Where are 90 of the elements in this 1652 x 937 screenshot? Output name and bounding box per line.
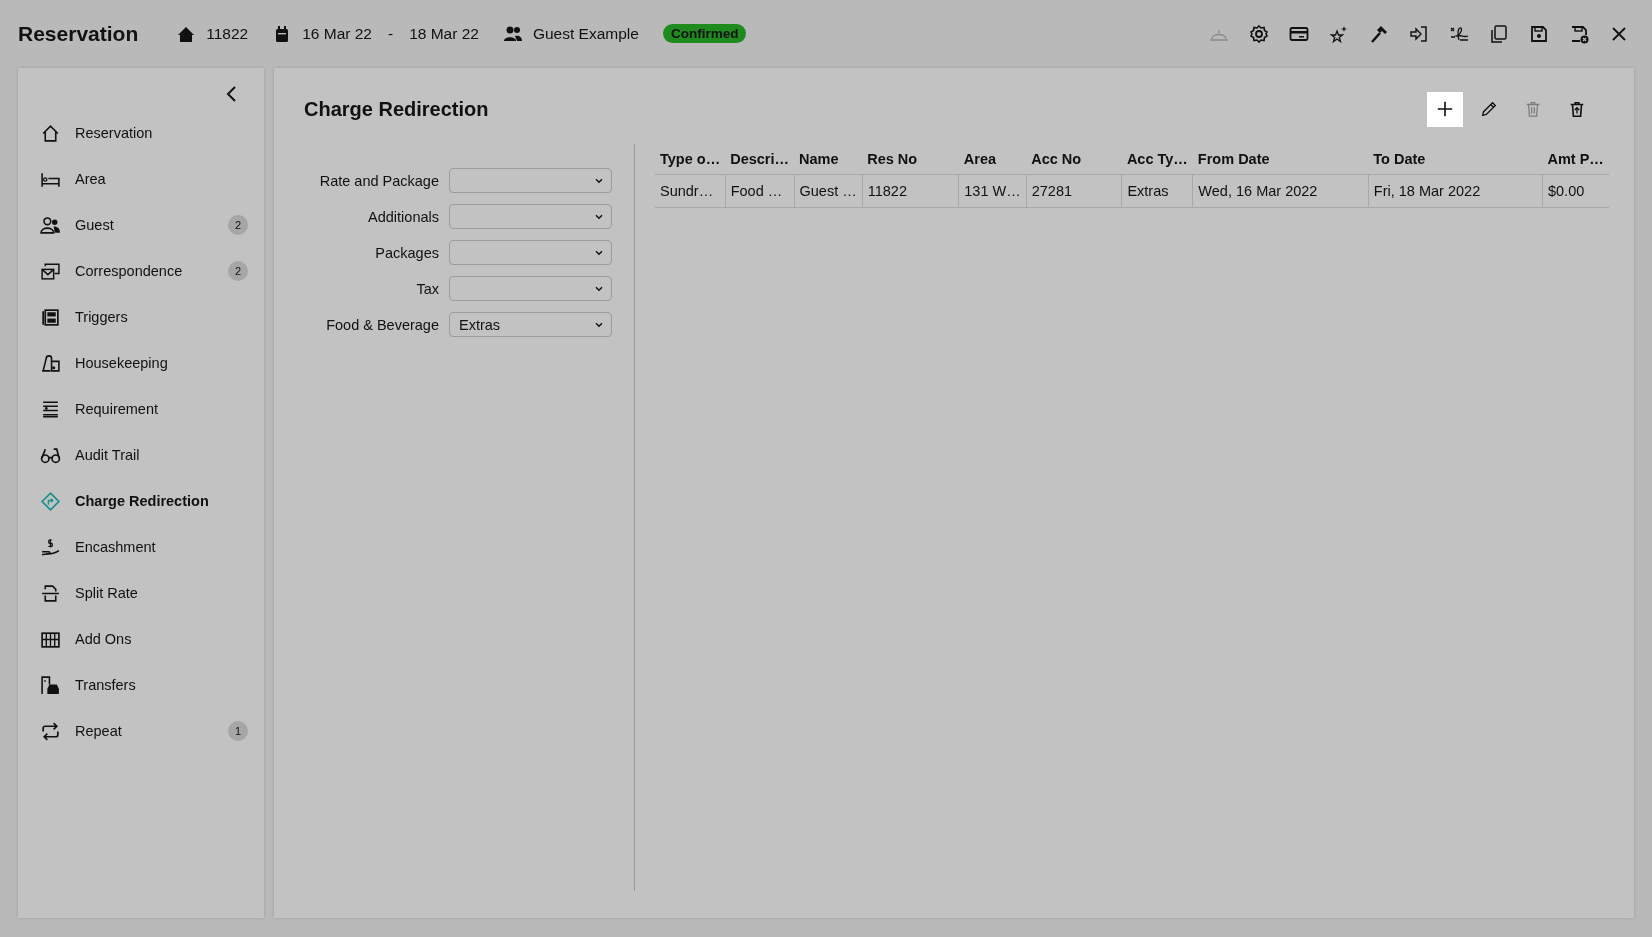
table-cell: 11822 bbox=[862, 174, 959, 208]
table-cell: Wed, 16 Mar 2022 bbox=[1192, 174, 1369, 208]
column-header[interactable]: Acc Ty… bbox=[1121, 144, 1193, 175]
item-label: Triggers bbox=[75, 309, 129, 325]
plus-icon bbox=[1436, 100, 1454, 118]
sidebar-item[interactable]: Encashment bbox=[18, 524, 264, 570]
hammer-icon bbox=[1369, 23, 1389, 44]
item-label: Requirement bbox=[75, 401, 159, 417]
field-label: Tax bbox=[416, 280, 439, 297]
item-label: Split Rate bbox=[75, 585, 139, 601]
item-label: Encashment bbox=[75, 539, 157, 555]
item-label: Reservation bbox=[75, 125, 154, 141]
trash-icon bbox=[1524, 100, 1542, 118]
diamond-arrow-icon bbox=[40, 490, 61, 512]
item-label: Transfers bbox=[75, 677, 137, 693]
sign-in-icon bbox=[1409, 23, 1429, 44]
column-header[interactable]: Area bbox=[958, 144, 1027, 175]
sidebar-item[interactable]: Repeat 1 bbox=[18, 708, 264, 754]
pencil-icon bbox=[1480, 100, 1498, 118]
sidebar-item[interactable]: Audit Trail bbox=[18, 432, 264, 478]
field-label: Rate and Package bbox=[319, 172, 439, 189]
item-label: Charge Redirection bbox=[75, 493, 210, 509]
calculator-icon bbox=[40, 306, 61, 328]
sidebar-item[interactable]: Requirement bbox=[18, 386, 264, 432]
copy-icon bbox=[1489, 23, 1509, 44]
dropdown-field[interactable] bbox=[449, 204, 612, 229]
column-header[interactable]: To Date bbox=[1368, 144, 1543, 175]
plus-button[interactable] bbox=[1427, 91, 1463, 127]
item-label: Repeat bbox=[75, 723, 123, 739]
table-cell: 131 W… bbox=[958, 174, 1027, 208]
split-icon bbox=[40, 582, 61, 604]
table-cell: Fri, 18 Mar 2022 bbox=[1368, 174, 1543, 208]
dropdown-field[interactable] bbox=[449, 276, 612, 301]
repeat-icon bbox=[40, 720, 61, 742]
car-building-icon bbox=[40, 674, 61, 696]
count-badge: 2 bbox=[228, 215, 248, 235]
reservation-number: 11822 bbox=[206, 24, 249, 43]
mail-icon bbox=[40, 260, 61, 282]
sidebar-item[interactable]: Area bbox=[18, 156, 264, 202]
count-badge: 1 bbox=[228, 721, 248, 741]
page-title: Charge Redirection bbox=[304, 97, 490, 121]
column-header[interactable]: From Date bbox=[1192, 144, 1369, 175]
dropdown-field[interactable] bbox=[449, 240, 612, 265]
date-to: 18 Mar 22 bbox=[409, 24, 479, 43]
field-label: Food & Beverage bbox=[326, 316, 439, 333]
column-header[interactable]: Descri… bbox=[725, 144, 794, 175]
column-header[interactable]: Name bbox=[794, 144, 863, 175]
sidebar-item[interactable]: Transfers bbox=[18, 662, 264, 708]
sidebar-item[interactable]: Guest 2 bbox=[18, 202, 264, 248]
status-badge: Confirmed bbox=[662, 24, 747, 43]
column-header[interactable]: Acc No bbox=[1026, 144, 1122, 175]
date-separator: - bbox=[387, 24, 394, 43]
field-label: Packages bbox=[375, 244, 439, 261]
item-label: Area bbox=[75, 171, 107, 187]
date-from: 16 Mar 22 bbox=[302, 24, 372, 43]
trash-arrow-icon bbox=[1568, 100, 1586, 118]
table-cell: Guest … bbox=[794, 174, 863, 208]
item-label: Housekeeping bbox=[75, 355, 169, 371]
sidebar-item[interactable]: Correspondence 2 bbox=[18, 248, 264, 294]
item-label: Audit Trail bbox=[75, 447, 141, 463]
window-title: Reservation bbox=[18, 21, 139, 46]
list-icon bbox=[40, 398, 61, 420]
settings-icon bbox=[1249, 23, 1269, 44]
item-label: Guest bbox=[75, 217, 115, 233]
people-icon bbox=[40, 214, 61, 236]
sidebar-item[interactable]: Add Ons bbox=[18, 616, 264, 662]
dropdown-field[interactable] bbox=[449, 168, 612, 193]
sidebar-item[interactable]: Reservation bbox=[18, 110, 264, 156]
column-header[interactable]: Res No bbox=[862, 144, 959, 175]
column-header[interactable]: Amt P… bbox=[1542, 144, 1609, 175]
sidebar-item[interactable]: Split Rate bbox=[18, 570, 264, 616]
home-icon bbox=[40, 122, 61, 144]
guest-name: Guest Example bbox=[532, 24, 639, 43]
count-badge: 2 bbox=[228, 261, 248, 281]
table-cell: Sundr… bbox=[655, 174, 726, 208]
table-cell: 27281 bbox=[1026, 174, 1122, 208]
save-icon bbox=[1529, 23, 1549, 44]
save-close-icon bbox=[1569, 23, 1589, 44]
dropdown-field[interactable]: Extras bbox=[449, 312, 612, 337]
sidebar-item[interactable]: Housekeeping bbox=[18, 340, 264, 386]
sidebar-item[interactable]: Charge Redirection bbox=[18, 478, 264, 524]
table-cell: Extras bbox=[1121, 174, 1193, 208]
item-label: Correspondence bbox=[75, 263, 184, 279]
table-cell: $0.00 bbox=[1542, 174, 1609, 208]
field-label: Additionals bbox=[368, 208, 439, 225]
table-cell: Food … bbox=[725, 174, 794, 208]
item-label: Add Ons bbox=[75, 631, 133, 647]
sidebar-item[interactable]: Triggers bbox=[18, 294, 264, 340]
column-header[interactable]: Type o… bbox=[655, 144, 726, 175]
hand-dollar-icon bbox=[40, 536, 61, 558]
